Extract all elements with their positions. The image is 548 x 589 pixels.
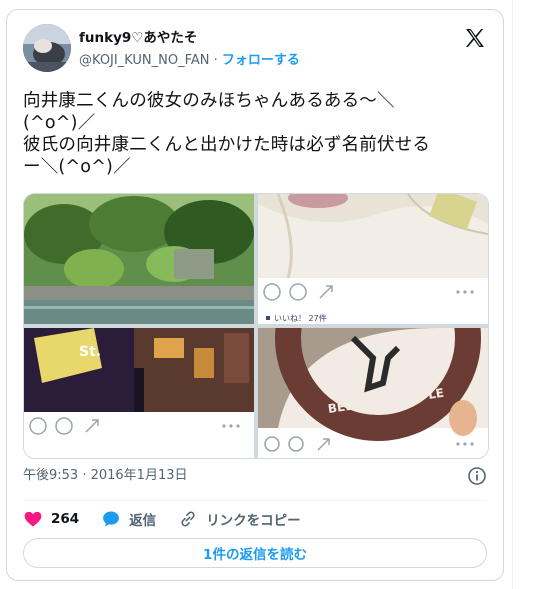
avatar[interactable] <box>23 24 71 72</box>
follow-button[interactable]: フォローする <box>222 53 300 68</box>
tweet-timestamp[interactable]: 午後9:53 · 2016年1月13日 <box>23 467 188 485</box>
media-tile-park[interactable] <box>24 194 254 324</box>
action-bar: 264 返信 リンクをコピー <box>23 508 323 530</box>
link-icon <box>181 511 195 527</box>
author-handle[interactable]: @KOJI_KUN_NO_FAN <box>79 53 210 68</box>
reply-button[interactable]: 返信 <box>101 509 156 529</box>
reply-bubble-icon <box>103 511 120 527</box>
tweet-card: funky9♡あやたそ @KOJI_KUN_NO_FAN · フォローする 向井… <box>6 9 504 581</box>
like-button[interactable]: 264 <box>23 509 79 529</box>
copy-link-label: リンクをコピー <box>206 513 301 529</box>
read-replies-button[interactable]: 1件の返信を読む <box>23 538 487 568</box>
reply-label: 返信 <box>129 513 157 529</box>
copy-link-button[interactable]: リンクをコピー <box>178 509 301 529</box>
x-logo-icon[interactable] <box>463 26 487 50</box>
like-count: 264 <box>51 511 80 527</box>
heart-icon <box>24 511 42 527</box>
author-handle-row: @KOJI_KUN_NO_FAN · フォローする <box>79 52 300 70</box>
media-tile-fabric[interactable]: いいね！ 27件 <box>258 194 488 324</box>
media-tile-waffle[interactable]: BELGIAN WAFFLE <box>258 328 488 458</box>
divider <box>23 500 487 501</box>
info-icon[interactable] <box>467 466 487 486</box>
media-grid: いいね！ 27件 St. BELGIAN WAFFLE <box>23 193 489 459</box>
media-tile-street[interactable]: St. <box>24 328 254 458</box>
handle-separator: · <box>213 53 218 68</box>
media-like-count-text: いいね！ 27件 <box>274 313 327 323</box>
page-divider <box>512 0 513 589</box>
svg-text:St.: St. <box>79 344 101 360</box>
tweet-text: 向井康二くんの彼女のみほちゃんあるある〜＼ (^o^)／ 彼氏の向井康二くんと出… <box>23 91 431 177</box>
author-display-name[interactable]: funky9♡あやたそ <box>79 29 197 47</box>
